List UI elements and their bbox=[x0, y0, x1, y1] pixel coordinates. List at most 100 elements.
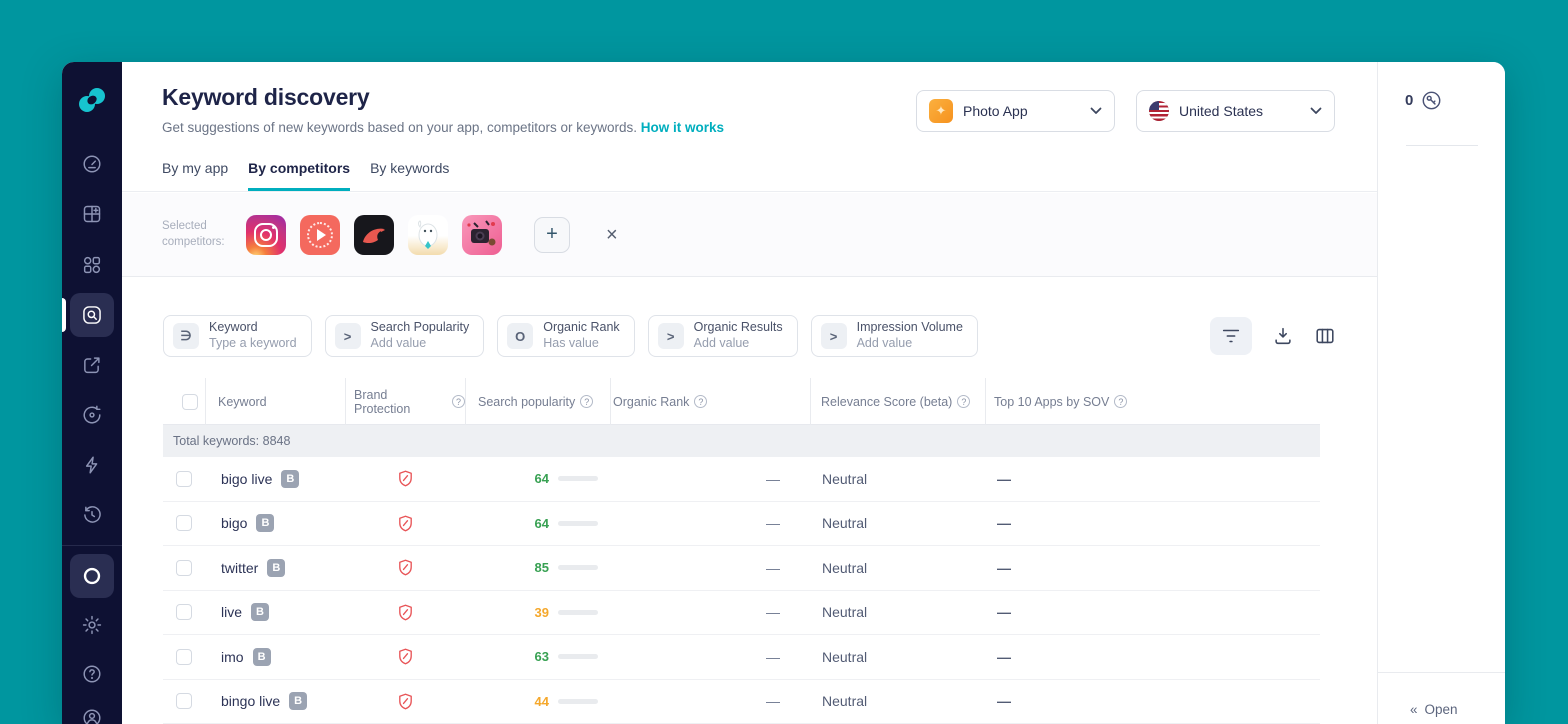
target-arrow-icon bbox=[83, 405, 101, 424]
person-circle-icon bbox=[83, 709, 101, 724]
popularity-bar bbox=[558, 565, 598, 571]
circle-icon: O bbox=[507, 323, 534, 349]
sov-value: — bbox=[997, 515, 1011, 532]
chip-label: Search Popularity bbox=[370, 320, 470, 335]
relevance-score-value: Neutral bbox=[822, 515, 868, 532]
popularity-value: 85 bbox=[534, 560, 549, 576]
popularity-bar bbox=[558, 654, 598, 660]
column-header-keyword[interactable]: Keyword bbox=[205, 378, 345, 425]
row-checkbox[interactable] bbox=[176, 693, 192, 710]
instagram-app-icon[interactable] bbox=[246, 214, 286, 255]
filter-chip-search-popularity[interactable]: > Search Popularity Add value bbox=[324, 315, 485, 357]
key-circle-icon bbox=[1422, 91, 1441, 110]
sidebar-item-account[interactable] bbox=[70, 696, 114, 724]
brand-protection-shield-icon bbox=[398, 470, 412, 487]
row-checkbox[interactable] bbox=[176, 559, 192, 576]
column-header-relevance-score[interactable]: Relevance Score (beta)? bbox=[810, 378, 985, 425]
popularity-value: 64 bbox=[534, 515, 549, 531]
row-checkbox[interactable] bbox=[176, 515, 192, 532]
popularity-value: 39 bbox=[534, 604, 549, 620]
organic-rank-value: — bbox=[766, 470, 780, 487]
row-checkbox[interactable] bbox=[176, 648, 192, 665]
organic-rank-value: — bbox=[766, 604, 780, 621]
sidebar-item-goals[interactable] bbox=[70, 393, 114, 437]
help-icon[interactable]: ? bbox=[1114, 395, 1128, 408]
sidebar-item-keyword-discovery[interactable] bbox=[70, 293, 114, 337]
sidebar-item-actions[interactable] bbox=[70, 443, 114, 487]
sidebar-item-growth[interactable] bbox=[70, 343, 114, 387]
greater-than-icon: > bbox=[334, 323, 361, 349]
open-label: Open bbox=[1424, 702, 1458, 717]
sidebar-item-workspace[interactable] bbox=[70, 554, 114, 598]
popularity-bar bbox=[558, 476, 598, 482]
tab-by-my-app[interactable]: By my app bbox=[162, 160, 228, 191]
sidebar-item-dashboard[interactable] bbox=[70, 142, 114, 186]
subtitle-text: Get suggestions of new keywords based on… bbox=[162, 120, 637, 135]
sidebar-item-help[interactable] bbox=[70, 652, 114, 696]
row-checkbox[interactable] bbox=[176, 604, 192, 621]
filter-chip-impression-volume[interactable]: > Impression Volume Add value bbox=[810, 315, 978, 357]
organic-rank-value: — bbox=[766, 559, 780, 576]
brand-protection-shield-icon bbox=[398, 515, 412, 532]
brand-protection-shield-icon bbox=[398, 559, 412, 576]
sidebar-divider bbox=[62, 545, 122, 546]
help-icon[interactable]: ? bbox=[694, 395, 708, 408]
greater-than-icon: > bbox=[820, 323, 847, 349]
mascot-app-icon[interactable] bbox=[408, 214, 448, 255]
help-icon[interactable]: ? bbox=[580, 395, 594, 408]
sidebar-item-settings[interactable] bbox=[70, 603, 114, 647]
filter-button[interactable] bbox=[1210, 317, 1252, 355]
brand-badge: B bbox=[289, 692, 308, 711]
filter-chip-organic-results[interactable]: > Organic Results Add value bbox=[647, 315, 798, 357]
help-icon[interactable]: ? bbox=[452, 395, 465, 408]
download-button[interactable] bbox=[1272, 325, 1294, 347]
column-header-organic-rank[interactable]: Organic Rank? bbox=[610, 378, 810, 425]
open-panel-button[interactable]: « Open bbox=[1410, 702, 1458, 717]
sov-value: — bbox=[997, 693, 1011, 710]
live-video-play-app-icon[interactable] bbox=[300, 214, 340, 255]
app-selector[interactable]: ✦ Photo App bbox=[916, 90, 1115, 132]
popularity-bar bbox=[558, 520, 598, 526]
tab-by-competitors[interactable]: By competitors bbox=[248, 160, 351, 191]
add-competitor-button[interactable]: + bbox=[534, 216, 570, 253]
relevance-score-value: Neutral bbox=[822, 693, 868, 710]
gauge-icon bbox=[83, 155, 101, 173]
dark-swoosh-app-icon[interactable] bbox=[354, 214, 394, 255]
keyword-count-value: 0 bbox=[1405, 92, 1414, 109]
row-checkbox[interactable] bbox=[176, 470, 192, 487]
table-row: bigo B 64 — Neutral — bbox=[163, 502, 1320, 546]
photo-app-icon: ✦ bbox=[929, 99, 953, 123]
filter-chip-keyword[interactable]: ∋ Keyword Type a keyword bbox=[163, 315, 312, 357]
relevance-score-value: Neutral bbox=[822, 559, 868, 576]
tab-by-keywords[interactable]: By keywords bbox=[370, 160, 449, 191]
popularity-value: 64 bbox=[534, 471, 549, 487]
sidebar-item-apps[interactable] bbox=[70, 192, 114, 236]
contains-icon: ∋ bbox=[173, 323, 199, 349]
how-it-works-link[interactable]: How it works bbox=[641, 120, 724, 135]
sidebar-item-history[interactable] bbox=[70, 493, 114, 537]
page-title: Keyword discovery bbox=[162, 84, 370, 110]
keyword-text: bigo bbox=[221, 515, 248, 532]
organic-rank-value: — bbox=[766, 693, 780, 710]
column-header-top10-sov[interactable]: Top 10 Apps by SOV? bbox=[985, 378, 1320, 425]
filter-chip-organic-rank[interactable]: O Organic Rank Has value bbox=[497, 315, 635, 357]
us-flag-icon bbox=[1149, 101, 1169, 121]
column-header-search-popularity[interactable]: Search popularity? bbox=[465, 378, 610, 425]
lightning-bolt-icon bbox=[85, 456, 98, 474]
columns-button[interactable] bbox=[1314, 325, 1336, 347]
clear-competitors-icon[interactable]: × bbox=[606, 225, 618, 245]
keyword-text: imo bbox=[221, 648, 244, 665]
app-selector-label: Photo App bbox=[963, 103, 1028, 119]
help-icon[interactable]: ? bbox=[957, 395, 971, 408]
select-all-checkbox[interactable] bbox=[182, 393, 198, 410]
country-selector[interactable]: United States bbox=[1136, 90, 1335, 132]
chevron-down-icon bbox=[1310, 102, 1322, 120]
beauty-camera-app-icon[interactable] bbox=[462, 214, 502, 255]
history-clock-icon bbox=[84, 506, 101, 523]
sidebar-item-categories[interactable] bbox=[70, 243, 114, 287]
sov-value: — bbox=[997, 604, 1011, 621]
column-header-brand-protection[interactable]: Brand Protection? bbox=[345, 378, 465, 425]
gear-icon bbox=[82, 615, 102, 635]
keyword-count: 0 bbox=[1405, 90, 1442, 111]
funnel-lines-icon bbox=[1222, 329, 1240, 343]
